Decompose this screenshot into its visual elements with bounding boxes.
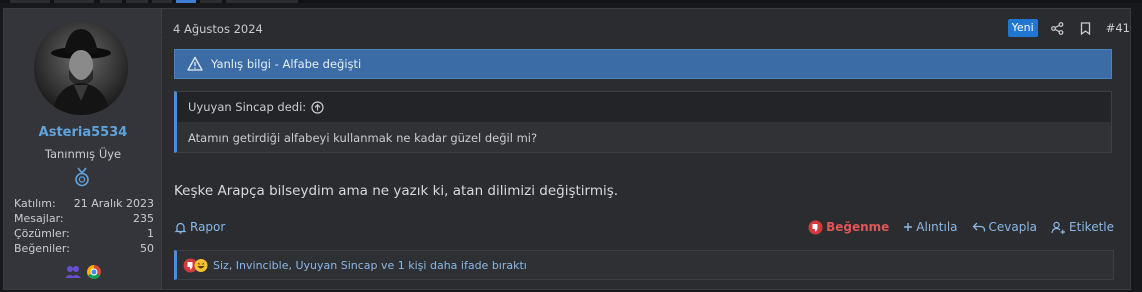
post-main: 4 Ağustos 2024 Yeni #41 Yanlış bilgi - A…: [162, 9, 1130, 289]
post-message: Keşke Arapça bilseydim ama ne yazık ki, …: [174, 183, 619, 199]
dislike-label: Beğenme: [826, 220, 890, 234]
top-tab-strip: [0, 0, 1142, 3]
tag-button[interactable]: Etiketle: [1051, 220, 1114, 234]
thumbs-down-icon: [808, 220, 823, 234]
share-icon[interactable]: [1050, 20, 1066, 36]
reactions-text: Siz, Invincible, Uyuyan Sincap ve 1 kişi…: [213, 258, 527, 272]
quote-header[interactable]: Uyuyan Sincap dedi:: [177, 92, 1111, 122]
stat-value: 235: [133, 212, 154, 225]
post-date[interactable]: 4 Ağustos 2024: [173, 22, 263, 36]
stat-label: Beğeniler:: [14, 242, 70, 255]
quote-label: Alıntıla: [916, 220, 958, 234]
report-button[interactable]: Rapor: [174, 220, 225, 234]
stat-joined: Katılım: 21 Aralık 2023: [14, 196, 154, 211]
post-number[interactable]: #41: [1106, 21, 1130, 35]
quote-block: Uyuyan Sincap dedi: Atamın getirdiği alf…: [174, 91, 1112, 153]
users-group-icon: [65, 266, 81, 278]
stat-messages[interactable]: Mesajlar: 235: [14, 211, 154, 226]
reaction-icons: [183, 258, 209, 273]
report-label: Rapor: [190, 220, 226, 234]
user-sidebar: Asteria5534 Tanınmış Üye Katılım: 21 Ara…: [4, 9, 162, 289]
bell-icon: [174, 222, 187, 234]
tag-label: Etiketle: [1069, 220, 1114, 234]
moderator-notice: Yanlış bilgi - Alfabe değişti: [174, 49, 1112, 79]
post-header-actions: Yeni #41: [1007, 17, 1130, 39]
quote-text: Atamın getirdiği alfabeyi kullanmak ne k…: [188, 130, 538, 145]
stat-solutions: Çözümler: 1: [14, 226, 154, 241]
medal-icon: [73, 167, 91, 187]
quote-button[interactable]: Alıntıla: [903, 220, 958, 234]
warning-icon: [187, 56, 203, 71]
chrome-icon: [87, 265, 101, 279]
post-actions: Rapor Beğenme Alıntıla Cevapla Etiketle: [174, 217, 1114, 237]
arrow-up-circle-icon[interactable]: [311, 100, 324, 114]
reply-arrow-icon: [972, 222, 985, 232]
user-stats: Katılım: 21 Aralık 2023 Mesajlar: 235 Çö…: [14, 196, 154, 256]
user-tag-icon: [1051, 221, 1066, 234]
avatar[interactable]: [34, 21, 128, 115]
stat-value: 1: [147, 227, 154, 240]
reactions-bar[interactable]: Siz, Invincible, Uyuyan Sincap ve 1 kişi…: [174, 250, 1114, 280]
bookmark-icon[interactable]: [1078, 20, 1094, 36]
stat-likes: Beğeniler: 50: [14, 241, 154, 256]
quote-author[interactable]: Uyuyan Sincap dedi:: [188, 100, 306, 114]
notice-text: Yanlış bilgi - Alfabe değişti: [211, 57, 362, 71]
laugh-reaction-icon: [194, 258, 208, 272]
forum-post: Asteria5534 Tanınmış Üye Katılım: 21 Ara…: [3, 8, 1131, 290]
user-title: Tanınmış Üye: [44, 147, 122, 161]
dislike-button[interactable]: Beğenme: [808, 220, 889, 235]
user-icons: [64, 263, 104, 281]
new-badge: Yeni: [1007, 19, 1038, 37]
stat-label: Çözümler:: [14, 227, 70, 240]
reply-button[interactable]: Cevapla: [972, 220, 1038, 234]
stat-value: 21 Aralık 2023: [73, 197, 154, 210]
plus-icon: [904, 223, 913, 231]
stat-label: Katılım:: [14, 197, 56, 210]
username[interactable]: Asteria5534: [4, 125, 162, 140]
stat-label: Mesajlar:: [14, 212, 64, 225]
reply-label: Cevapla: [988, 220, 1038, 234]
stat-value: 50: [140, 242, 154, 255]
